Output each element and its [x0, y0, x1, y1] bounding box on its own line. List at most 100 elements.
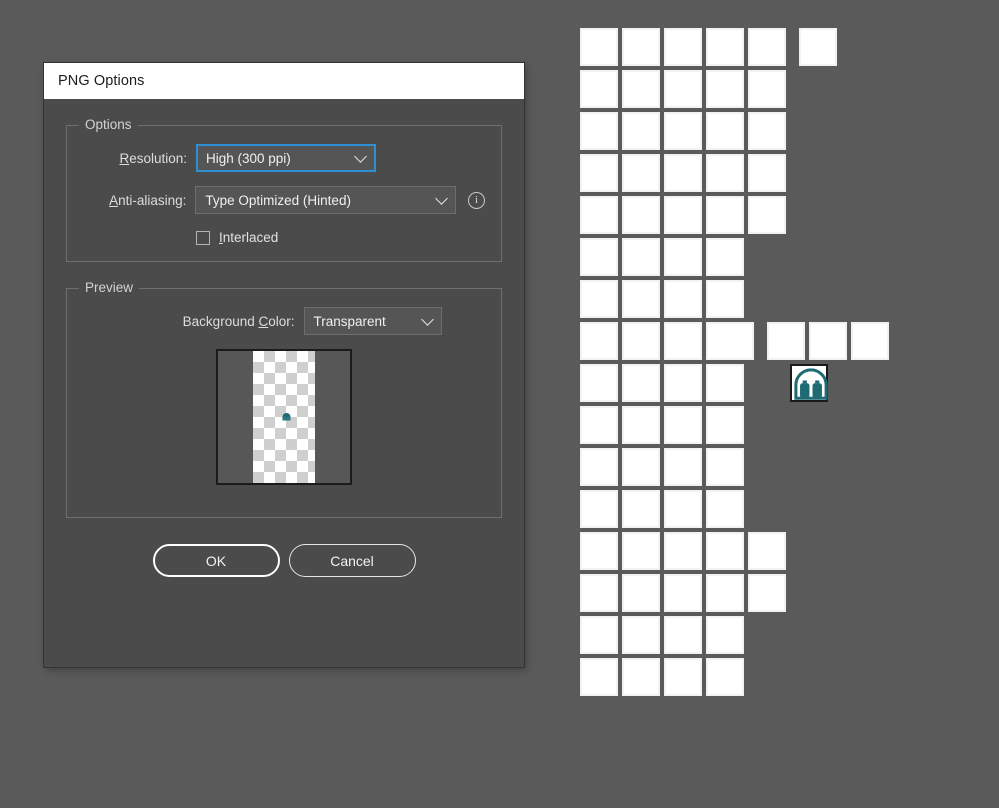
thumbnail-cell[interactable] — [706, 154, 744, 192]
thumbnail-cell[interactable] — [748, 532, 786, 570]
thumbnail-cell[interactable] — [664, 364, 702, 402]
thumbnail-cell[interactable] — [580, 616, 618, 654]
thumbnail-cell[interactable] — [706, 70, 744, 108]
thumbnail-cell[interactable] — [580, 28, 618, 66]
info-icon[interactable]: i — [468, 191, 485, 209]
thumbnail-cell[interactable] — [748, 574, 786, 612]
thumbnail-cell[interactable] — [580, 196, 618, 234]
dialog-button-bar: OK Cancel — [66, 544, 502, 577]
anti-aliasing-select[interactable]: Type Optimized (Hinted) — [195, 186, 457, 214]
thumbnail-cell[interactable] — [622, 490, 660, 528]
resolution-select-value: High (300 ppi) — [206, 150, 291, 166]
thumbnail-cell[interactable] — [706, 658, 744, 696]
thumbnail-cell[interactable] — [664, 658, 702, 696]
thumbnail-cell[interactable] — [706, 616, 744, 654]
thumbnail-cell[interactable] — [748, 112, 786, 150]
thumbnail-cell[interactable] — [664, 490, 702, 528]
resolution-select[interactable]: High (300 ppi) — [196, 144, 376, 172]
resolution-row: Resolution: High (300 ppi) — [83, 144, 485, 172]
thumbnail-cell[interactable] — [664, 574, 702, 612]
thumbnail-cell[interactable] — [664, 448, 702, 486]
asset-thumbnail-grid — [580, 28, 920, 700]
thumbnail-cell[interactable] — [664, 616, 702, 654]
thumbnail-cell[interactable] — [580, 112, 618, 150]
preview-thumbnail — [216, 349, 352, 485]
interlaced-checkbox[interactable] — [196, 230, 210, 245]
interlaced-row: Interlaced — [83, 230, 485, 245]
thumbnail-cell[interactable] — [706, 322, 754, 360]
preview-thumbnail-row — [83, 349, 485, 485]
thumbnail-cell[interactable] — [622, 112, 660, 150]
thumbnail-cell[interactable] — [706, 532, 744, 570]
thumbnail-cell[interactable] — [580, 238, 618, 276]
thumbnail-cell[interactable] — [706, 112, 744, 150]
thumbnail-cell[interactable] — [664, 322, 702, 360]
thumbnail-cell[interactable] — [664, 154, 702, 192]
thumbnail-cell[interactable] — [706, 574, 744, 612]
thumbnail-cell[interactable] — [706, 28, 744, 66]
thumbnail-cell[interactable] — [851, 322, 889, 360]
cancel-button[interactable]: Cancel — [288, 544, 416, 577]
thumbnail-cell[interactable] — [706, 364, 744, 402]
thumbnail-cell[interactable] — [622, 28, 660, 66]
ok-button[interactable]: OK — [152, 544, 280, 577]
thumbnail-cell[interactable] — [706, 490, 744, 528]
thumbnail-cell[interactable] — [580, 280, 618, 318]
thumbnail-cell[interactable] — [622, 322, 660, 360]
thumbnail-cell[interactable] — [622, 616, 660, 654]
background-color-select[interactable]: Transparent — [303, 307, 442, 335]
thumbnail-cell[interactable] — [664, 238, 702, 276]
thumbnail-grid-row — [580, 322, 920, 364]
thumbnail-cell[interactable] — [664, 112, 702, 150]
thumbnail-cell[interactable] — [622, 70, 660, 108]
thumbnail-cell[interactable] — [809, 322, 847, 360]
thumbnail-cell[interactable] — [580, 154, 618, 192]
thumbnail-cell[interactable] — [706, 406, 744, 444]
thumbnail-cell[interactable] — [580, 574, 618, 612]
thumbnail-cell[interactable] — [748, 70, 786, 108]
thumbnail-cell[interactable] — [580, 70, 618, 108]
thumbnail-cell[interactable] — [706, 238, 744, 276]
thumbnail-cell[interactable] — [622, 196, 660, 234]
thumbnail-cell[interactable] — [622, 238, 660, 276]
thumbnail-cell[interactable] — [799, 28, 837, 66]
grid-spacer — [790, 28, 795, 66]
thumbnail-cell[interactable] — [580, 658, 618, 696]
preview-group-legend: Preview — [79, 280, 140, 296]
thumbnail-cell[interactable] — [622, 154, 660, 192]
thumbnail-cell[interactable] — [664, 28, 702, 66]
thumbnail-cell[interactable] — [580, 364, 618, 402]
thumbnail-cell[interactable] — [622, 532, 660, 570]
thumbnail-cell[interactable] — [580, 322, 618, 360]
thumbnail-cell[interactable] — [622, 658, 660, 696]
thumbnail-cell[interactable] — [664, 532, 702, 570]
thumbnail-cell[interactable] — [622, 280, 660, 318]
interlaced-label-text: nterlaced — [222, 230, 279, 245]
thumbnail-cell[interactable] — [580, 448, 618, 486]
teal-jars-artwork-thumbnail[interactable] — [790, 364, 828, 402]
thumbnail-cell[interactable] — [664, 406, 702, 444]
thumbnail-cell[interactable] — [622, 406, 660, 444]
thumbnail-cell[interactable] — [706, 448, 744, 486]
thumbnail-cell[interactable] — [622, 448, 660, 486]
thumbnail-cell[interactable] — [706, 280, 744, 318]
interlaced-label: Interlaced — [219, 230, 278, 245]
thumbnail-grid-row — [580, 196, 920, 238]
thumbnail-cell[interactable] — [767, 322, 805, 360]
thumbnail-cell[interactable] — [664, 70, 702, 108]
thumbnail-cell[interactable] — [622, 364, 660, 402]
thumbnail-cell[interactable] — [664, 280, 702, 318]
preview-groupbox: Preview Background Color: Transparent — [66, 280, 502, 518]
thumbnail-cell[interactable] — [622, 574, 660, 612]
thumbnail-cell[interactable] — [748, 28, 786, 66]
thumbnail-cell[interactable] — [706, 196, 744, 234]
thumbnail-cell[interactable] — [580, 406, 618, 444]
thumbnail-cell[interactable] — [580, 490, 618, 528]
thumbnail-cell[interactable] — [748, 154, 786, 192]
thumbnail-grid-row — [580, 280, 920, 322]
thumbnail-cell[interactable] — [748, 196, 786, 234]
thumbnail-cell[interactable] — [664, 196, 702, 234]
background-color-label: Background Color: — [127, 314, 304, 329]
png-options-dialog: PNG Options Options Resolution: High (30… — [44, 63, 524, 667]
thumbnail-cell[interactable] — [580, 532, 618, 570]
